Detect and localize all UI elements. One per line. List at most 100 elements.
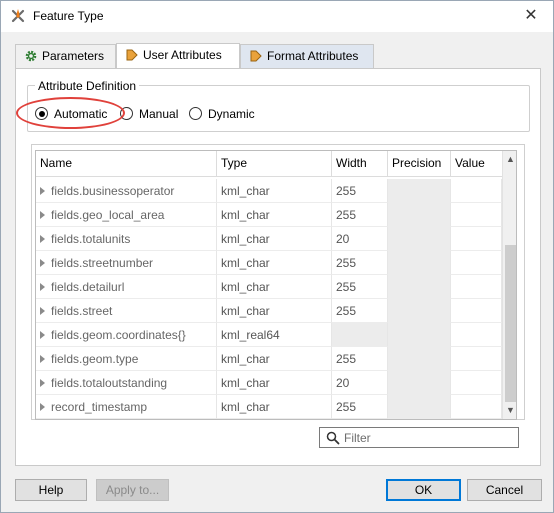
table-row[interactable]: fields.businessoperator kml_char 255 <box>36 179 502 203</box>
radio-dynamic-label: Dynamic <box>208 107 255 121</box>
cell-name: fields.geo_local_area <box>36 203 217 227</box>
cell-type: kml_char <box>217 251 332 275</box>
cell-width[interactable]: 255 <box>332 203 388 227</box>
attribute-definition-title: Attribute Definition <box>35 79 140 93</box>
table-row[interactable]: fields.totaloutstanding kml_char 20 <box>36 371 502 395</box>
cell-precision <box>388 395 451 419</box>
cell-name: record_timestamp <box>36 395 217 419</box>
scroll-down-arrow-icon[interactable]: ▼ <box>503 403 516 418</box>
cell-value[interactable] <box>451 251 502 275</box>
scroll-up-arrow-icon[interactable]: ▲ <box>503 152 516 167</box>
cell-precision <box>388 227 451 251</box>
cell-name: fields.geom.type <box>36 347 217 371</box>
expand-arrow-icon[interactable] <box>40 187 45 196</box>
cell-name: fields.businessoperator <box>36 179 217 203</box>
expand-arrow-icon[interactable] <box>40 283 45 292</box>
apply-to-button[interactable]: Apply to... <box>96 479 169 501</box>
annotation-highlight-ellipse <box>16 97 125 129</box>
help-button[interactable]: Help <box>15 479 87 501</box>
cell-type: kml_char <box>217 347 332 371</box>
row-name: fields.street <box>51 304 113 318</box>
cell-width[interactable]: 255 <box>332 299 388 323</box>
table-row[interactable]: fields.streetnumber kml_char 255 <box>36 251 502 275</box>
attribute-table: Name Type Width Precision Value fields.b… <box>35 150 517 420</box>
scroll-thumb[interactable] <box>505 245 516 402</box>
radio-dynamic[interactable]: Dynamic <box>189 105 259 123</box>
cell-precision <box>388 371 451 395</box>
cell-name: fields.detailurl <box>36 275 217 299</box>
cell-width[interactable]: 255 <box>332 395 388 419</box>
cell-width[interactable]: 255 <box>332 251 388 275</box>
cell-precision <box>388 275 451 299</box>
ok-button[interactable]: OK <box>386 479 461 501</box>
title-bar: Feature Type ✕ <box>1 1 553 32</box>
cell-type: kml_char <box>217 227 332 251</box>
cell-precision <box>388 179 451 203</box>
arrow-icon <box>126 49 138 61</box>
cell-value[interactable] <box>451 347 502 371</box>
column-header-precision[interactable]: Precision <box>388 151 451 177</box>
table-row[interactable]: fields.street kml_char 255 <box>36 299 502 323</box>
cell-type: kml_char <box>217 299 332 323</box>
expand-arrow-icon[interactable] <box>40 307 45 316</box>
expand-arrow-icon[interactable] <box>40 235 45 244</box>
cell-type: kml_char <box>217 203 332 227</box>
table-row[interactable]: record_timestamp kml_char 255 <box>36 395 502 419</box>
cell-value[interactable] <box>451 395 502 419</box>
expand-arrow-icon[interactable] <box>40 331 45 340</box>
cell-width <box>332 323 388 347</box>
cell-value[interactable] <box>451 227 502 251</box>
row-name: fields.geom.coordinates{} <box>51 328 186 342</box>
cell-width[interactable]: 20 <box>332 371 388 395</box>
cell-width[interactable]: 20 <box>332 227 388 251</box>
expand-arrow-icon[interactable] <box>40 379 45 388</box>
row-name: fields.detailurl <box>51 280 125 294</box>
cell-type: kml_char <box>217 275 332 299</box>
table-row[interactable]: fields.geom.coordinates{} kml_real64 <box>36 323 502 347</box>
tab-user-attributes[interactable]: User Attributes <box>116 43 240 68</box>
fme-app-icon <box>11 9 25 23</box>
tab-parameters[interactable]: Parameters <box>15 44 116 68</box>
column-header-type[interactable]: Type <box>217 151 332 177</box>
row-name: fields.geom.type <box>51 352 139 366</box>
radio-manual-label: Manual <box>139 107 179 121</box>
radio-dynamic-indicator[interactable] <box>189 107 202 120</box>
column-header-name[interactable]: Name <box>36 151 217 177</box>
row-name: fields.businessoperator <box>51 184 175 198</box>
cell-value[interactable] <box>451 275 502 299</box>
table-row[interactable]: fields.geo_local_area kml_char 255 <box>36 203 502 227</box>
expand-arrow-icon[interactable] <box>40 403 45 412</box>
column-header-value[interactable]: Value <box>451 151 502 177</box>
radio-manual[interactable]: Manual <box>120 105 185 123</box>
cell-name: fields.totalunits <box>36 227 217 251</box>
tab-parameters-label: Parameters <box>42 49 105 63</box>
cell-value[interactable] <box>451 203 502 227</box>
cell-width[interactable]: 255 <box>332 179 388 203</box>
tab-format-attributes[interactable]: Format Attributes <box>240 44 374 68</box>
arrow-icon <box>250 50 262 62</box>
cell-width[interactable]: 255 <box>332 347 388 371</box>
table-header: Name Type Width Precision Value <box>36 151 502 177</box>
expand-arrow-icon[interactable] <box>40 355 45 364</box>
filter-input[interactable] <box>344 429 514 446</box>
cell-value[interactable] <box>451 299 502 323</box>
expand-arrow-icon[interactable] <box>40 211 45 220</box>
cell-value[interactable] <box>451 323 502 347</box>
table-vertical-scrollbar[interactable]: ▲ ▼ <box>502 151 516 419</box>
cell-type: kml_real64 <box>217 323 332 347</box>
table-row[interactable]: fields.geom.type kml_char 255 <box>36 347 502 371</box>
row-name: fields.streetnumber <box>51 256 154 270</box>
search-icon <box>326 431 340 445</box>
cell-value[interactable] <box>451 179 502 203</box>
close-button[interactable]: ✕ <box>509 1 553 32</box>
expand-arrow-icon[interactable] <box>40 259 45 268</box>
cell-value[interactable] <box>451 371 502 395</box>
column-header-width[interactable]: Width <box>332 151 388 177</box>
row-name: fields.totaloutstanding <box>51 376 168 390</box>
table-row[interactable]: fields.totalunits kml_char 20 <box>36 227 502 251</box>
cancel-button[interactable]: Cancel <box>467 479 542 501</box>
row-name: record_timestamp <box>51 400 148 414</box>
cell-width[interactable]: 255 <box>332 275 388 299</box>
table-row[interactable]: fields.detailurl kml_char 255 <box>36 275 502 299</box>
filter-box[interactable] <box>319 427 519 448</box>
